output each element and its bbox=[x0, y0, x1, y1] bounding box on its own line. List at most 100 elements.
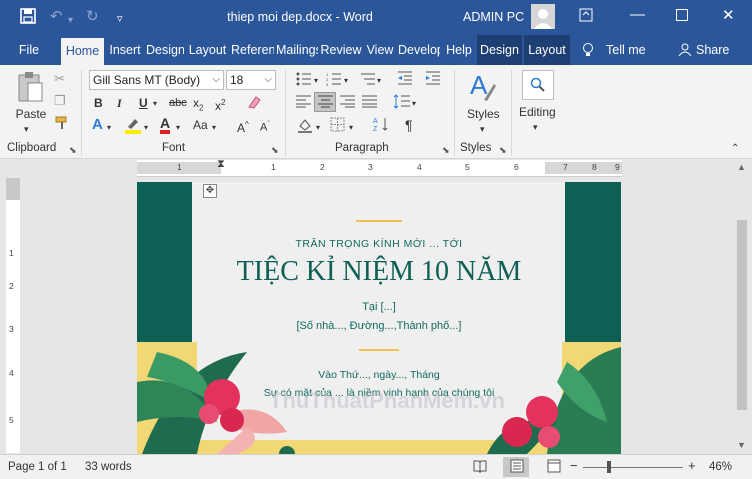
highlight-icon[interactable] bbox=[124, 116, 142, 138]
tab-table-layout[interactable]: Layout bbox=[524, 35, 570, 65]
line-spacing-icon[interactable] bbox=[393, 94, 411, 113]
tab-table-design[interactable]: Design bbox=[477, 35, 522, 65]
cut-icon[interactable]: ✂ bbox=[54, 71, 65, 87]
vertical-ruler[interactable]: 1 2 3 4 5 bbox=[6, 178, 20, 453]
highlight-dropdown-icon[interactable]: ▾ bbox=[144, 120, 148, 136]
multilevel-list-icon[interactable] bbox=[360, 72, 376, 90]
maximize-icon[interactable] bbox=[676, 8, 688, 25]
clipboard-launcher-icon[interactable]: ⬊ bbox=[69, 145, 77, 156]
zoom-slider[interactable] bbox=[583, 467, 683, 468]
page-count[interactable]: Page 1 of 1 bbox=[8, 461, 67, 473]
align-right-icon[interactable] bbox=[340, 95, 355, 112]
styles-gallery-button[interactable]: Styles bbox=[467, 106, 500, 122]
shrink-font-icon[interactable]: Aˇ bbox=[260, 117, 270, 136]
font-name-combo[interactable]: Gill Sans MT (Body) ⌵ bbox=[89, 70, 224, 90]
align-center-icon[interactable] bbox=[318, 95, 333, 112]
read-mode-icon[interactable] bbox=[473, 459, 487, 476]
share-person-icon[interactable] bbox=[677, 35, 693, 65]
styles-dropdown-icon[interactable]: ▾ bbox=[480, 121, 485, 137]
numbering-dropdown-icon[interactable]: ▾ bbox=[344, 73, 348, 89]
superscript-icon[interactable]: x2 bbox=[215, 95, 225, 114]
svg-text:Z: Z bbox=[373, 126, 378, 132]
shading-icon[interactable] bbox=[297, 117, 313, 137]
lightbulb-icon[interactable] bbox=[580, 35, 596, 65]
paste-dropdown-icon[interactable]: ▾ bbox=[24, 121, 29, 137]
italic-icon[interactable]: I bbox=[117, 95, 122, 111]
paragraph-launcher-icon[interactable]: ⬊ bbox=[442, 145, 450, 156]
scroll-up-icon[interactable]: ▲ bbox=[737, 162, 746, 172]
decrease-indent-icon[interactable] bbox=[397, 71, 413, 89]
bullets-icon[interactable] bbox=[296, 72, 312, 90]
close-icon[interactable]: ✕ bbox=[722, 6, 735, 24]
tab-file[interactable]: File bbox=[8, 35, 50, 65]
share-button[interactable]: Share bbox=[696, 35, 730, 65]
change-case-icon[interactable]: Aa bbox=[193, 117, 208, 133]
zoom-level[interactable]: 46% bbox=[709, 461, 732, 473]
minimize-icon[interactable]: — bbox=[630, 6, 645, 23]
shading-dropdown-icon[interactable]: ▾ bbox=[316, 120, 320, 136]
tab-design[interactable]: Design bbox=[146, 35, 184, 65]
tab-references[interactable]: References bbox=[231, 35, 274, 65]
tab-layout[interactable]: Layout bbox=[186, 35, 229, 65]
font-size-combo[interactable]: 18 ⌵ bbox=[226, 70, 276, 90]
bullets-dropdown-icon[interactable]: ▾ bbox=[314, 73, 318, 89]
tab-mailings[interactable]: Mailings bbox=[276, 35, 318, 65]
tell-me-box[interactable]: Tell me bbox=[606, 35, 650, 65]
indent-marker-icon[interactable]: ⧗ bbox=[217, 158, 225, 171]
tab-help[interactable]: Help bbox=[442, 35, 476, 65]
font-launcher-icon[interactable]: ⬊ bbox=[271, 145, 279, 156]
multilevel-dropdown-icon[interactable]: ▾ bbox=[377, 73, 381, 89]
scroll-thumb[interactable] bbox=[737, 220, 747, 410]
vertical-scrollbar[interactable]: ▲ ▼ bbox=[733, 160, 752, 454]
change-case-dropdown-icon[interactable]: ▾ bbox=[212, 120, 216, 136]
line-spacing-dropdown-icon[interactable]: ▾ bbox=[412, 96, 416, 112]
web-layout-icon[interactable] bbox=[547, 459, 561, 476]
ribbon-display-options-icon[interactable] bbox=[579, 8, 593, 26]
text-effects-dropdown-icon[interactable]: ▾ bbox=[107, 120, 111, 136]
sort-icon[interactable]: AZ bbox=[373, 116, 389, 136]
font-color-dropdown-icon[interactable]: ▾ bbox=[176, 120, 180, 136]
find-icon[interactable] bbox=[522, 70, 554, 100]
zoom-slider-thumb[interactable] bbox=[607, 461, 611, 473]
document-page[interactable]: TRÂN TRỌNG KÍNH MỜI ... TỚI TIỆC KỈ NIỆM… bbox=[137, 182, 621, 454]
zoom-out-icon[interactable]: − bbox=[570, 458, 578, 473]
print-layout-icon[interactable] bbox=[510, 459, 524, 476]
styles-icon[interactable]: A bbox=[468, 70, 498, 108]
format-painter-icon[interactable] bbox=[54, 115, 70, 135]
editing-button[interactable]: Editing bbox=[519, 104, 556, 120]
collapse-ribbon-icon[interactable]: ⌃ bbox=[731, 141, 739, 157]
table-move-handle-icon[interactable]: ✥ bbox=[203, 184, 217, 198]
underline-icon[interactable]: U bbox=[139, 95, 148, 111]
tab-developer[interactable]: Developer bbox=[398, 35, 440, 65]
strikethrough-icon[interactable]: abc bbox=[169, 95, 187, 111]
align-left-icon[interactable] bbox=[296, 95, 311, 112]
paste-button[interactable]: Paste bbox=[14, 106, 48, 122]
user-name[interactable]: ADMIN PC bbox=[463, 10, 524, 24]
text-effects-icon[interactable]: A bbox=[92, 117, 103, 133]
subscript-icon[interactable]: x2 bbox=[193, 95, 203, 116]
editing-dropdown-icon[interactable]: ▾ bbox=[533, 119, 538, 135]
numbering-icon[interactable]: 123 bbox=[326, 72, 342, 90]
zoom-in-icon[interactable]: + bbox=[688, 458, 696, 473]
horizontal-ruler[interactable]: 1 ⧗ 1 2 3 4 5 6 7 8 9 bbox=[137, 158, 622, 177]
font-color-icon[interactable]: A bbox=[160, 116, 171, 134]
tab-review[interactable]: Review bbox=[320, 35, 362, 65]
clear-formatting-icon[interactable] bbox=[246, 94, 262, 114]
show-formatting-icon[interactable]: ¶ bbox=[405, 117, 413, 133]
word-count[interactable]: 33 words bbox=[85, 461, 132, 473]
styles-launcher-icon[interactable]: ⬊ bbox=[499, 145, 507, 156]
paste-icon[interactable] bbox=[15, 71, 45, 109]
tab-home[interactable]: Home bbox=[61, 38, 104, 65]
grow-font-icon[interactable]: A^ bbox=[237, 117, 249, 136]
borders-dropdown-icon[interactable]: ▾ bbox=[349, 120, 353, 136]
justify-icon[interactable] bbox=[362, 95, 377, 112]
avatar[interactable] bbox=[531, 4, 555, 29]
borders-icon[interactable] bbox=[330, 117, 345, 136]
increase-indent-icon[interactable] bbox=[425, 71, 441, 89]
bold-icon[interactable]: B bbox=[94, 95, 103, 111]
scroll-down-icon[interactable]: ▼ bbox=[737, 440, 746, 450]
tab-insert[interactable]: Insert bbox=[106, 35, 144, 65]
tab-view[interactable]: View bbox=[364, 35, 396, 65]
copy-icon[interactable]: ❐ bbox=[54, 93, 66, 109]
underline-dropdown-icon[interactable]: ▾ bbox=[153, 96, 157, 112]
